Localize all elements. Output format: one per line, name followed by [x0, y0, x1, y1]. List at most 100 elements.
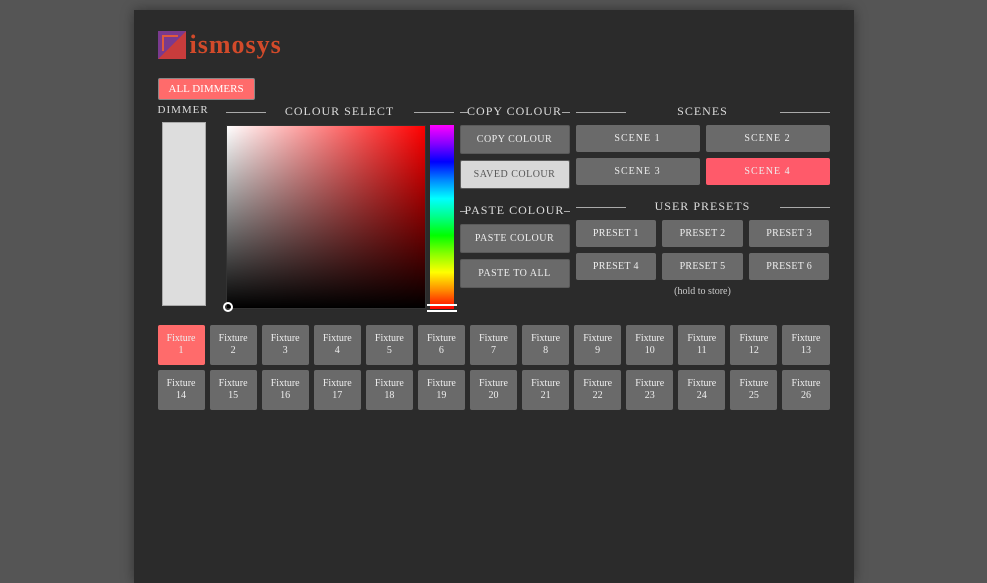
- fixture-number: 25: [732, 390, 775, 402]
- fixture-button-10[interactable]: Fixture10: [626, 325, 673, 365]
- fixture-number: 8: [524, 345, 567, 357]
- fixture-button-26[interactable]: Fixture26: [782, 370, 829, 410]
- fixture-button-24[interactable]: Fixture24: [678, 370, 725, 410]
- colour-sv-picker[interactable]: [226, 125, 426, 309]
- preset-button-3[interactable]: PRESET 3: [749, 220, 830, 247]
- fixture-button-21[interactable]: Fixture21: [522, 370, 569, 410]
- colour-select-title: COLOUR SELECT: [226, 104, 454, 119]
- preset-button-6[interactable]: PRESET 6: [749, 253, 830, 280]
- fixture-label: Fixture: [420, 333, 463, 345]
- fixture-button-15[interactable]: Fixture15: [210, 370, 257, 410]
- fixture-number: 12: [732, 345, 775, 357]
- fixture-number: 19: [420, 390, 463, 402]
- fixture-label: Fixture: [472, 333, 515, 345]
- app-panel: ismosys ALL DIMMERS DIMMER COLOUR SELECT…: [134, 10, 854, 583]
- fixture-button-11[interactable]: Fixture11: [678, 325, 725, 365]
- fixture-label: Fixture: [160, 378, 203, 390]
- fixture-label: Fixture: [264, 333, 307, 345]
- fixture-button-22[interactable]: Fixture22: [574, 370, 621, 410]
- fixture-number: 24: [680, 390, 723, 402]
- dimmer-title: DIMMER: [158, 104, 220, 116]
- copy-colour-button[interactable]: COPY COLOUR: [460, 125, 570, 154]
- all-dimmers-button[interactable]: ALL DIMMERS: [158, 78, 255, 100]
- fixture-number: 16: [264, 390, 307, 402]
- fixture-button-16[interactable]: Fixture16: [262, 370, 309, 410]
- fixture-button-7[interactable]: Fixture7: [470, 325, 517, 365]
- fixture-number: 22: [576, 390, 619, 402]
- fixture-button-3[interactable]: Fixture3: [262, 325, 309, 365]
- fixture-label: Fixture: [316, 333, 359, 345]
- preset-button-2[interactable]: PRESET 2: [662, 220, 743, 247]
- fixture-button-13[interactable]: Fixture13: [782, 325, 829, 365]
- fixture-number: 13: [784, 345, 827, 357]
- fixture-number: 14: [160, 390, 203, 402]
- fixture-label: Fixture: [524, 333, 567, 345]
- fixture-button-23[interactable]: Fixture23: [626, 370, 673, 410]
- fixture-label: Fixture: [628, 378, 671, 390]
- scenes-title: SCENES: [576, 104, 830, 119]
- scene-button-3[interactable]: SCENE 3: [576, 158, 700, 185]
- fixture-number: 2: [212, 345, 255, 357]
- saved-colour-button[interactable]: SAVED COLOUR: [460, 160, 570, 189]
- scene-button-2[interactable]: SCENE 2: [706, 125, 830, 152]
- fixture-number: 20: [472, 390, 515, 402]
- paste-to-all-button[interactable]: PASTE TO ALL: [460, 259, 570, 288]
- preset-button-5[interactable]: PRESET 5: [662, 253, 743, 280]
- fixture-button-12[interactable]: Fixture12: [730, 325, 777, 365]
- sv-marker-icon: [223, 302, 233, 312]
- fixture-label: Fixture: [368, 378, 411, 390]
- fixture-label: Fixture: [212, 378, 255, 390]
- scene-button-4[interactable]: SCENE 4: [706, 158, 830, 185]
- fixture-grid: Fixture1Fixture2Fixture3Fixture4Fixture5…: [158, 325, 830, 410]
- fixture-button-2[interactable]: Fixture2: [210, 325, 257, 365]
- fixture-button-20[interactable]: Fixture20: [470, 370, 517, 410]
- paste-colour-button[interactable]: PASTE COLOUR: [460, 224, 570, 253]
- fixture-number: 4: [316, 345, 359, 357]
- fixture-number: 11: [680, 345, 723, 357]
- fixture-label: Fixture: [160, 333, 203, 345]
- scene-grid: SCENE 1SCENE 2SCENE 3SCENE 4: [576, 125, 830, 185]
- hue-marker-icon: [427, 304, 457, 312]
- fixture-label: Fixture: [784, 333, 827, 345]
- fixture-label: Fixture: [680, 378, 723, 390]
- scene-button-1[interactable]: SCENE 1: [576, 125, 700, 152]
- fixture-label: Fixture: [732, 333, 775, 345]
- fixture-button-25[interactable]: Fixture25: [730, 370, 777, 410]
- fixture-label: Fixture: [524, 378, 567, 390]
- copy-paste-section: COPY COLOUR COPY COLOUR SAVED COLOUR PAS…: [460, 104, 570, 288]
- fixture-label: Fixture: [420, 378, 463, 390]
- fixture-button-17[interactable]: Fixture17: [314, 370, 361, 410]
- fixture-button-1[interactable]: Fixture1: [158, 325, 205, 365]
- fixture-button-4[interactable]: Fixture4: [314, 325, 361, 365]
- fixture-button-14[interactable]: Fixture14: [158, 370, 205, 410]
- fixture-label: Fixture: [732, 378, 775, 390]
- dimmer-section: DIMMER: [158, 104, 220, 306]
- fixture-label: Fixture: [264, 378, 307, 390]
- brand-logo: ismosys: [158, 30, 830, 60]
- fixture-label: Fixture: [628, 333, 671, 345]
- fixture-number: 5: [368, 345, 411, 357]
- fixture-label: Fixture: [784, 378, 827, 390]
- fixture-label: Fixture: [472, 378, 515, 390]
- fixture-label: Fixture: [368, 333, 411, 345]
- fixture-button-8[interactable]: Fixture8: [522, 325, 569, 365]
- dimmer-slider[interactable]: [162, 122, 206, 306]
- fixture-button-5[interactable]: Fixture5: [366, 325, 413, 365]
- user-presets-title: USER PRESETS: [576, 199, 830, 214]
- fixture-number: 10: [628, 345, 671, 357]
- fixture-number: 15: [212, 390, 255, 402]
- fixture-button-9[interactable]: Fixture9: [574, 325, 621, 365]
- fixture-button-19[interactable]: Fixture19: [418, 370, 465, 410]
- controls-row: DIMMER COLOUR SELECT COPY COLOUR COPY CO…: [158, 104, 830, 309]
- colour-hue-slider[interactable]: [430, 125, 454, 309]
- preset-button-1[interactable]: PRESET 1: [576, 220, 657, 247]
- fixture-number: 6: [420, 345, 463, 357]
- logo-mark-icon: [158, 31, 186, 59]
- fixture-button-18[interactable]: Fixture18: [366, 370, 413, 410]
- fixture-number: 18: [368, 390, 411, 402]
- paste-colour-title: PASTE COLOUR: [460, 203, 570, 218]
- logo-text: ismosys: [190, 30, 282, 60]
- fixture-number: 17: [316, 390, 359, 402]
- fixture-button-6[interactable]: Fixture6: [418, 325, 465, 365]
- preset-button-4[interactable]: PRESET 4: [576, 253, 657, 280]
